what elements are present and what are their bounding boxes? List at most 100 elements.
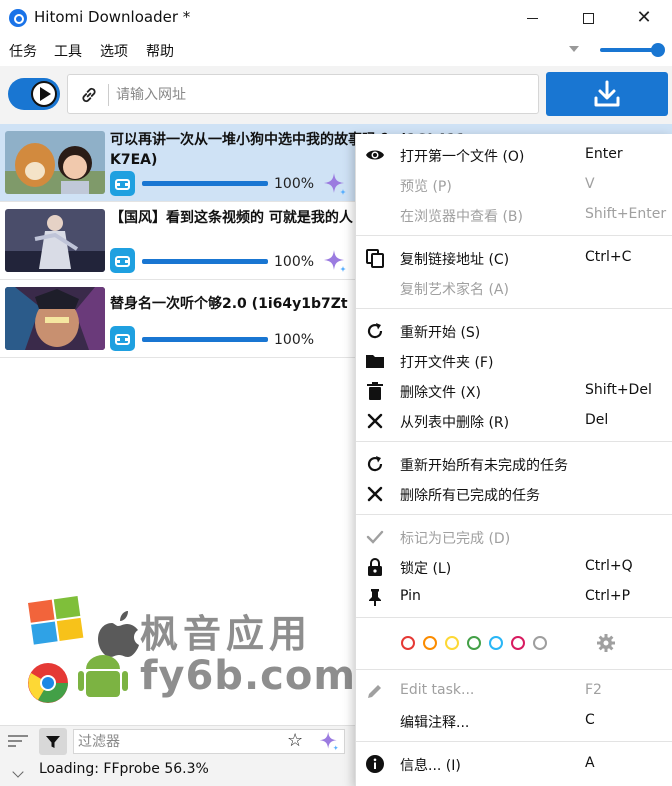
url-divider bbox=[108, 84, 109, 106]
ctx-separator bbox=[356, 669, 672, 670]
menu-task[interactable]: 任务 bbox=[9, 41, 37, 61]
ctx-restart-all-unfinished[interactable]: 重新开始所有未完成的任务 bbox=[356, 449, 672, 479]
ctx-label: 打开文件夹 (F) bbox=[400, 355, 494, 371]
task-thumbnail bbox=[5, 209, 105, 272]
ctx-shortcut: C bbox=[585, 712, 595, 728]
ctx-remove-all-finished[interactable]: 删除所有已完成的任务 bbox=[356, 479, 672, 509]
ctx-label: 锁定 (L) bbox=[400, 561, 452, 577]
minimize-icon bbox=[526, 17, 538, 19]
ctx-edit-task[interactable]: Edit task... F2 bbox=[356, 676, 672, 706]
bilibili-icon bbox=[110, 171, 135, 196]
ctx-label: Pin bbox=[400, 588, 421, 604]
ctx-label: 预览 (P) bbox=[400, 179, 452, 195]
volume-slider-handle[interactable] bbox=[651, 43, 665, 57]
task-thumbnail bbox=[5, 131, 105, 194]
maximize-button[interactable] bbox=[560, 0, 616, 36]
volume-slider[interactable] bbox=[600, 48, 654, 52]
eye-icon bbox=[366, 150, 384, 160]
gear-icon[interactable] bbox=[596, 633, 616, 653]
ctx-shortcut: Shift+Enter bbox=[585, 206, 667, 222]
progress-label: 100% bbox=[274, 176, 315, 192]
filter-field bbox=[73, 729, 345, 754]
ctx-copy-link[interactable]: 复制链接地址 (C) Ctrl+C bbox=[356, 243, 672, 273]
star-icon[interactable]: ☆ bbox=[287, 732, 303, 750]
ctx-shortcut: Shift+Del bbox=[585, 382, 652, 398]
sort-icon[interactable] bbox=[8, 733, 28, 749]
bilibili-icon bbox=[110, 326, 135, 351]
ctx-separator bbox=[356, 441, 672, 442]
menu-help[interactable]: 帮助 bbox=[146, 41, 174, 61]
menu-tools[interactable]: 工具 bbox=[54, 41, 82, 61]
color-tag-7[interactable] bbox=[533, 636, 547, 650]
sparkle-icon[interactable] bbox=[318, 730, 340, 752]
status-text: Loading: FFprobe 56.3% bbox=[39, 761, 209, 777]
close-icon bbox=[367, 486, 383, 502]
color-tag-3[interactable] bbox=[445, 636, 459, 650]
color-tag-1[interactable] bbox=[401, 636, 415, 650]
ctx-shortcut: Enter bbox=[585, 146, 623, 162]
trash-icon bbox=[367, 382, 383, 400]
ctx-edit-comment[interactable]: 编辑注释... C bbox=[356, 706, 672, 736]
filter-toggle-button[interactable] bbox=[39, 728, 67, 755]
ctx-restart[interactable]: 重新开始 (S) bbox=[356, 316, 672, 346]
color-tag-2[interactable] bbox=[423, 636, 437, 650]
task-thumbnail bbox=[5, 287, 105, 350]
color-tag-4[interactable] bbox=[467, 636, 481, 650]
ctx-view-in-browser[interactable]: 在浏览器中查看 (B) Shift+Enter bbox=[356, 200, 672, 230]
close-icon: ✕ bbox=[636, 7, 652, 28]
ctx-shortcut: Del bbox=[585, 412, 609, 428]
link-icon bbox=[82, 87, 96, 103]
ctx-label: 信息... (I) bbox=[400, 758, 461, 774]
url-field bbox=[67, 74, 539, 114]
info-icon bbox=[366, 755, 384, 773]
ctx-shortcut: F2 bbox=[585, 682, 602, 698]
ctx-label: 重新开始所有未完成的任务 bbox=[400, 458, 568, 474]
ctx-open-folder[interactable]: 打开文件夹 (F) bbox=[356, 346, 672, 376]
ctx-shortcut: Ctrl+P bbox=[585, 588, 631, 604]
check-icon bbox=[366, 530, 384, 544]
ctx-label: 重新开始 (S) bbox=[400, 325, 481, 341]
refresh-icon bbox=[367, 323, 383, 339]
ctx-label: 复制艺术家名 (A) bbox=[400, 282, 509, 298]
ctx-remove-from-list[interactable]: 从列表中删除 (R) Del bbox=[356, 406, 672, 436]
filter-input[interactable] bbox=[78, 732, 278, 752]
close-window-button[interactable]: ✕ bbox=[616, 0, 672, 36]
ctx-separator bbox=[356, 741, 672, 742]
ctx-copy-artist[interactable]: 复制艺术家名 (A) bbox=[356, 273, 672, 303]
ctx-label: 打开第一个文件 (O) bbox=[400, 149, 525, 165]
ctx-label: 在浏览器中查看 (B) bbox=[400, 209, 523, 225]
ctx-pin[interactable]: Pin Ctrl+P bbox=[356, 582, 672, 612]
maximize-icon bbox=[582, 12, 594, 24]
ctx-separator bbox=[356, 617, 672, 618]
title-bar: Hitomi Downloader * ✕ bbox=[0, 0, 672, 36]
ctx-delete-file[interactable]: 删除文件 (X) Shift+Del bbox=[356, 376, 672, 406]
ctx-label: Edit task... bbox=[400, 682, 475, 698]
menu-options[interactable]: 选项 bbox=[100, 41, 128, 61]
ctx-label: 编辑注释... bbox=[400, 715, 470, 731]
progress-label: 100% bbox=[274, 254, 315, 270]
pencil-icon bbox=[368, 685, 381, 698]
window-title: Hitomi Downloader * bbox=[34, 8, 191, 26]
ctx-open-first-file[interactable]: 打开第一个文件 (O) Enter bbox=[356, 140, 672, 170]
ctx-shortcut: A bbox=[585, 755, 595, 771]
ctx-info[interactable]: 信息... (I) A bbox=[356, 749, 672, 779]
sparkle-icon[interactable] bbox=[322, 248, 348, 274]
ctx-label: 标记为已完成 (D) bbox=[400, 531, 511, 547]
url-input[interactable] bbox=[116, 83, 526, 107]
ctx-shortcut: V bbox=[585, 176, 595, 192]
ctx-lock[interactable]: 锁定 (L) Ctrl+Q bbox=[356, 552, 672, 582]
color-tag-5[interactable] bbox=[489, 636, 503, 650]
download-button[interactable] bbox=[546, 72, 668, 116]
sparkle-icon[interactable] bbox=[322, 171, 348, 197]
play-toggle[interactable] bbox=[8, 78, 60, 110]
progress-bar bbox=[142, 259, 268, 264]
chevron-down-icon[interactable] bbox=[569, 46, 579, 52]
minimize-button[interactable] bbox=[504, 0, 560, 36]
ctx-preview[interactable]: 预览 (P) V bbox=[356, 170, 672, 200]
watermark-url: fy6b.com bbox=[140, 653, 357, 699]
ctx-label: 复制链接地址 (C) bbox=[400, 252, 510, 268]
app-logo-icon bbox=[9, 9, 27, 27]
ctx-mark-complete[interactable]: 标记为已完成 (D) bbox=[356, 522, 672, 552]
color-tag-6[interactable] bbox=[511, 636, 525, 650]
ctx-separator bbox=[356, 235, 672, 236]
